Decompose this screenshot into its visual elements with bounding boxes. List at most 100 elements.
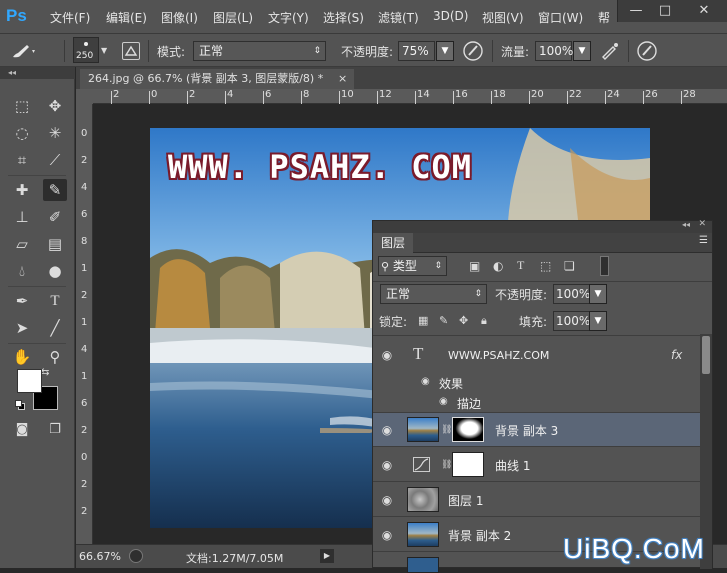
eyedropper-tool-icon[interactable]: ⟋ [43, 149, 67, 171]
menu-help[interactable]: 帮 [598, 9, 610, 26]
document-tab[interactable]: 264.jpg @ 66.7% (背景 副本 3, 图层蒙版/8) * × [80, 69, 354, 89]
chevron-down-icon[interactable]: ▼ [101, 46, 107, 55]
ruler-origin[interactable] [76, 89, 93, 104]
stroke-effect-label[interactable]: 描边 [457, 395, 481, 412]
flow-input[interactable]: 100% [535, 41, 573, 61]
layer-mask-thumbnail[interactable] [452, 452, 484, 477]
layer-opacity-dropdown-icon[interactable]: ▼ [589, 284, 607, 304]
panel-menu-icon[interactable]: ☰ [699, 235, 708, 246]
filter-shape-icon[interactable]: ⬚ [540, 259, 551, 273]
pressure-size-icon[interactable] [636, 40, 658, 62]
stroke-eye-icon[interactable]: ◉ [439, 396, 448, 407]
scrollbar-thumb[interactable] [702, 336, 710, 374]
ruler-horizontal[interactable]: 2 0 2 4 6 8 10 12 14 16 18 20 22 24 26 28 [93, 89, 727, 104]
clone-stamp-tool-icon[interactable]: ⊥ [10, 206, 34, 228]
quick-mask-icon[interactable]: ◙ [10, 419, 34, 441]
screen-mode-icon[interactable]: ❐ [43, 419, 67, 441]
opacity-input[interactable]: 75% [398, 41, 435, 61]
menu-image[interactable]: 图像(I) [161, 9, 198, 26]
line-tool-icon[interactable]: ╱ [43, 317, 67, 339]
fill-dropdown-icon[interactable]: ▼ [589, 311, 607, 331]
effects-eye-icon[interactable]: ◉ [421, 376, 430, 387]
fx-icon[interactable]: fx [671, 348, 682, 362]
menu-filter[interactable]: 滤镜(T) [378, 9, 419, 26]
lock-all-icon[interactable]: 🔒︎ [481, 314, 487, 328]
flow-dropdown-icon[interactable]: ▼ [573, 41, 591, 61]
blend-mode-select[interactable]: 正常 ⇕ [380, 284, 487, 304]
pen-tool-icon[interactable]: ✒ [10, 290, 34, 312]
layer-name[interactable]: 图层 1 [448, 492, 483, 509]
menu-type[interactable]: 文字(Y) [268, 9, 309, 26]
path-selection-tool-icon[interactable]: ➤ [10, 317, 34, 339]
gradient-tool-icon[interactable]: ▤ [43, 233, 67, 255]
visibility-eye-icon[interactable]: ◉ [379, 527, 395, 543]
menu-layer[interactable]: 图层(L) [213, 9, 253, 26]
zoom-tool-icon[interactable]: ⚲ [43, 346, 67, 368]
default-colors-icon[interactable] [15, 400, 25, 410]
type-tool-icon[interactable]: T [43, 290, 67, 312]
crop-tool-icon[interactable]: ⌗ [10, 149, 34, 171]
panel-collapse-icon[interactable]: ◂◂ [682, 220, 690, 229]
chain-link-icon[interactable]: ⛓ [441, 460, 452, 470]
menu-3d[interactable]: 3D(D) [433, 9, 468, 23]
tab-close-icon[interactable]: × [338, 69, 347, 89]
hand-tool-icon[interactable]: ✋ [10, 346, 34, 368]
layer-name[interactable]: 曲线 1 [495, 457, 530, 474]
healing-brush-tool-icon[interactable]: ✚ [10, 179, 34, 201]
filter-kind-select[interactable]: ⚲ 类型 ⇕ [378, 256, 447, 276]
layer-mask-thumbnail[interactable] [452, 417, 484, 442]
visibility-eye-icon[interactable]: ◉ [379, 457, 395, 473]
layer-name[interactable]: WWW.PSAHZ.COM [448, 349, 549, 362]
blur-tool-icon[interactable]: 💧︎ [10, 260, 34, 282]
lock-position-icon[interactable]: ✥ [459, 314, 468, 327]
fill-input[interactable]: 100% [553, 311, 590, 331]
status-info-icon[interactable] [129, 549, 143, 563]
foreground-color-swatch[interactable] [17, 369, 42, 393]
layer-row-selected[interactable]: ◉ ⛓ 背景 副本 3 [373, 413, 700, 447]
minimize-button[interactable]: — [622, 2, 650, 20]
close-button[interactable]: ✕ [684, 2, 724, 20]
menu-view[interactable]: 视图(V) [482, 9, 524, 26]
menu-edit[interactable]: 编辑(E) [106, 9, 147, 26]
chain-link-icon[interactable]: ⛓ [441, 425, 452, 435]
brush-tool-icon[interactable] [10, 42, 36, 60]
move-tool-icon[interactable]: ✥ [43, 95, 67, 117]
filter-toggle-switch[interactable] [600, 256, 609, 276]
lock-image-icon[interactable]: ✎ [439, 314, 448, 327]
brush-tool-active-icon[interactable]: ✎ [43, 179, 67, 201]
layer-name[interactable]: 背景 副本 2 [448, 527, 511, 544]
lasso-tool-icon[interactable]: ◌ [10, 122, 34, 144]
filter-type-icon[interactable]: T [517, 258, 524, 273]
layer-opacity-input[interactable]: 100% [553, 284, 590, 304]
lock-transparent-icon[interactable]: ▦ [418, 314, 428, 327]
restore-button[interactable]: □ [651, 2, 679, 20]
swap-colors-icon[interactable]: ⇆ [41, 367, 49, 378]
airbrush-icon[interactable] [599, 40, 621, 62]
dodge-tool-icon[interactable]: ● [43, 260, 67, 282]
zoom-level[interactable]: 66.67% [79, 550, 121, 563]
tab-layers[interactable]: 图层 [373, 233, 413, 253]
visibility-eye-icon[interactable]: ◉ [379, 492, 395, 508]
panel-close-icon[interactable]: ✕ [698, 219, 706, 229]
collapse-icon[interactable]: ◂◂ [0, 67, 75, 79]
layer-row-layer1[interactable]: ◉ 图层 1 [373, 483, 700, 517]
brush-panel-toggle-icon[interactable] [122, 42, 140, 60]
menu-select[interactable]: 选择(S) [323, 9, 364, 26]
magic-wand-tool-icon[interactable]: ✳ [43, 122, 67, 144]
mode-select[interactable]: 正常 ⇕ [193, 41, 326, 61]
visibility-eye-icon[interactable]: ◉ [379, 422, 395, 438]
menu-file[interactable]: 文件(F) [50, 9, 90, 26]
brush-preset-picker[interactable]: 250 [73, 37, 99, 63]
layer-row-text[interactable]: ◉ T WWW.PSAHZ.COM fx [373, 338, 700, 374]
visibility-eye-icon[interactable]: ◉ [379, 347, 395, 363]
opacity-dropdown-icon[interactable]: ▼ [436, 41, 454, 61]
history-brush-tool-icon[interactable]: ✐ [43, 206, 67, 228]
filter-pixel-icon[interactable]: ▣ [469, 259, 480, 273]
ruler-vertical[interactable]: 0 2 4 6 8 1 2 1 4 1 6 2 0 2 2 [76, 104, 93, 544]
layer-name[interactable]: 背景 副本 3 [495, 422, 558, 439]
status-menu-icon[interactable]: ▶ [320, 549, 334, 563]
marquee-tool-icon[interactable]: ⬚ [10, 95, 34, 117]
eraser-tool-icon[interactable]: ▱ [10, 233, 34, 255]
filter-adjustment-icon[interactable]: ◐ [493, 259, 503, 273]
pressure-opacity-icon[interactable] [462, 40, 484, 62]
